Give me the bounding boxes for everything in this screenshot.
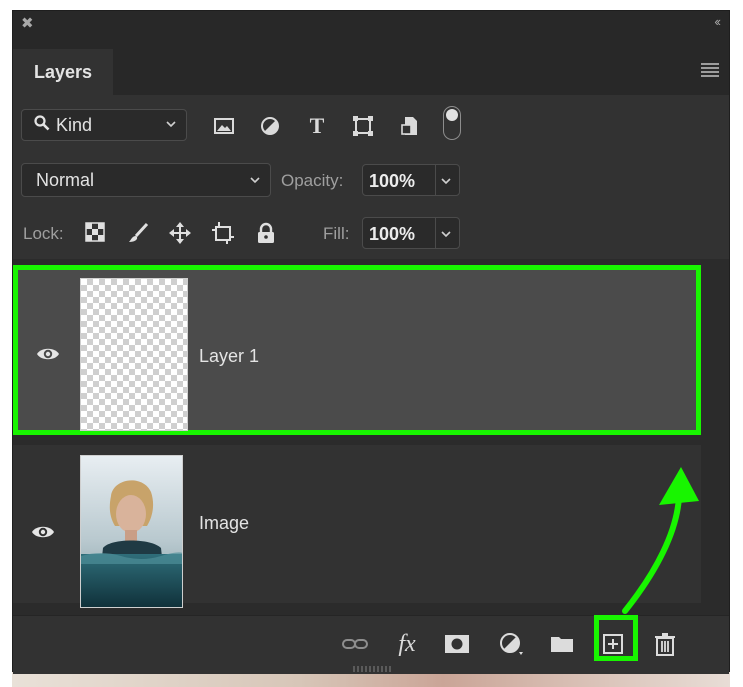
layers-panel: ✖ ‹‹ Layers Kind T Normal Opacity: 100% [12, 10, 730, 674]
annotation-arrow [622, 467, 699, 614]
background-photo-strip [12, 672, 730, 687]
